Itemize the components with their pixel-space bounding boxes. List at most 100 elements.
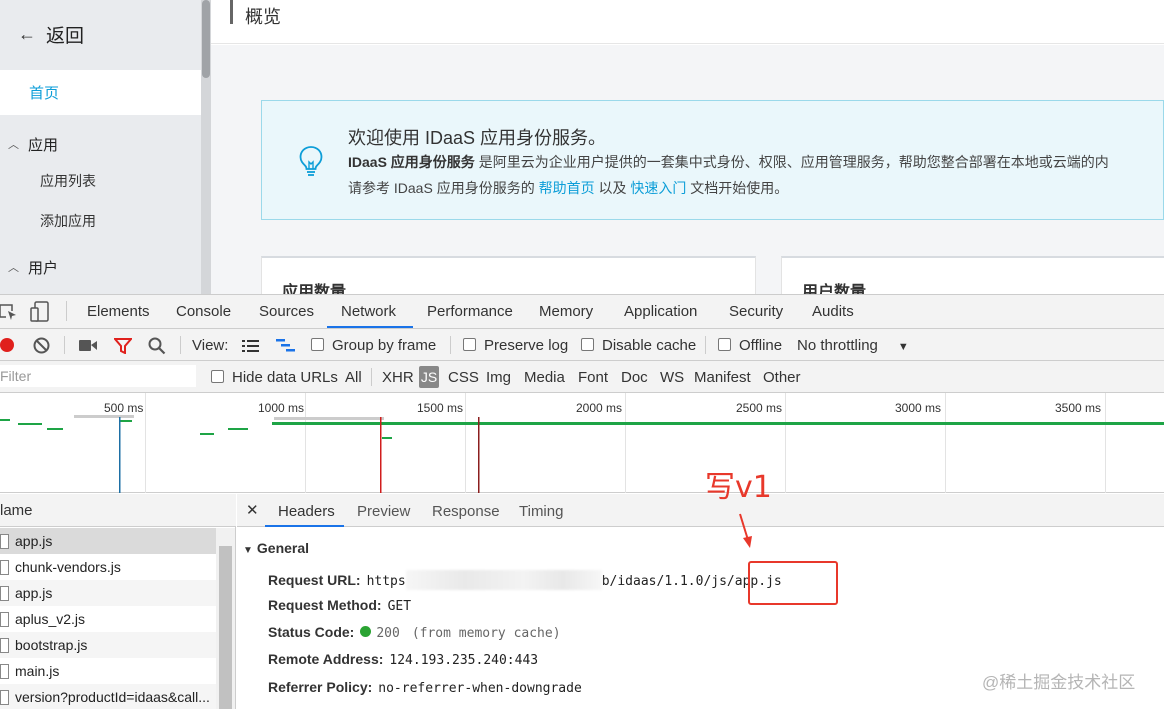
divider [64, 336, 65, 354]
hide-data-urls-checkbox[interactable]: Hide data URLs [211, 369, 338, 386]
lightbulb-icon [299, 146, 323, 176]
welcome-description: IDaaS 应用身份服务 是阿里云为企业用户提供的一套集中式身份、权限、应用管理… [348, 152, 1109, 172]
throttling-select[interactable]: No throttling ▼ [797, 337, 909, 354]
close-icon[interactable]: ✕ [246, 501, 259, 519]
tab-response[interactable]: Response [432, 503, 500, 520]
request-name: main.js [15, 663, 60, 679]
checkbox-box[interactable] [718, 338, 731, 351]
tab-security[interactable]: Security [729, 303, 783, 320]
divider [705, 336, 706, 354]
waterfall-icon[interactable] [276, 339, 296, 352]
record-icon[interactable] [0, 338, 14, 352]
file-icon [0, 663, 9, 679]
tab-application[interactable]: Application [624, 303, 697, 320]
inspect-element-icon[interactable] [0, 303, 18, 321]
dropdown-arrow-icon: ▼ [897, 341, 909, 353]
request-row[interactable]: version?productId=idaas&call... [0, 684, 216, 709]
clear-icon[interactable] [33, 337, 50, 354]
tab-network[interactable]: Network [341, 303, 396, 320]
search-icon[interactable] [148, 337, 166, 355]
sidebar-item-home[interactable]: 首页 [0, 70, 201, 115]
tab-console[interactable]: Console [176, 303, 231, 320]
tab-headers[interactable]: Headers [278, 503, 335, 520]
filter-type-img[interactable]: Img [486, 369, 511, 386]
filter-type-js[interactable]: JS [419, 366, 439, 388]
back-button[interactable]: ← 返回 [0, 0, 201, 68]
checkbox-box[interactable] [581, 338, 594, 351]
chevron-up-icon: ︿ [8, 139, 19, 151]
tab-memory[interactable]: Memory [539, 303, 593, 320]
redacted-host [405, 570, 602, 590]
checkbox-box[interactable] [311, 338, 324, 351]
request-name: app.js [15, 533, 53, 549]
tab-sources[interactable]: Sources [259, 303, 314, 320]
filter-icon[interactable] [114, 338, 132, 354]
checkbox-label: Group by frame [332, 337, 437, 354]
sidebar-scrollbar[interactable] [201, 0, 211, 294]
checkbox-box[interactable] [211, 370, 224, 383]
sidebar-item-add-app[interactable]: 添加应用 [40, 211, 96, 231]
help-home-link[interactable]: 帮助首页 [539, 180, 595, 196]
arrow-left-icon: ← [18, 23, 36, 44]
sidebar-group-apps[interactable]: ︿ 应用 [0, 129, 201, 159]
filter-type-xhr[interactable]: XHR [382, 369, 414, 386]
network-overview-timeline[interactable]: 500 ms 1000 ms 1500 ms 2000 ms 2500 ms 3… [0, 393, 1164, 493]
filter-type-all[interactable]: All [345, 369, 362, 386]
video-camera-icon[interactable] [79, 339, 98, 352]
request-name: chunk-vendors.js [15, 559, 121, 575]
filter-type-css[interactable]: CSS [448, 369, 479, 386]
checkbox-box[interactable] [463, 338, 476, 351]
name-column-header[interactable]: lame [0, 494, 236, 527]
filter-type-media[interactable]: Media [524, 369, 565, 386]
request-name: app.js [15, 585, 53, 601]
group-by-frame-checkbox[interactable]: Group by frame [311, 337, 436, 354]
tab-timing[interactable]: Timing [519, 503, 563, 520]
filter-type-ws[interactable]: WS [660, 369, 684, 386]
filter-input[interactable]: Filter [0, 365, 196, 387]
divider [371, 368, 372, 386]
field-label: Remote Address: [268, 651, 384, 667]
filter-type-manifest[interactable]: Manifest [694, 369, 751, 386]
referrer-policy-row: Referrer Policy: no-referrer-when-downgra… [268, 679, 582, 696]
request-list-scrollbar[interactable] [216, 528, 235, 709]
description-text: 是阿里云为企业用户提供的一套集中式身份、权限、应用管理服务，帮助您整合部署在本地… [474, 154, 1109, 170]
filter-type-other[interactable]: Other [763, 369, 801, 386]
filter-bar: Filter Hide data URLs All XHR JS CSS Img… [0, 361, 1164, 393]
scrollbar-thumb[interactable] [219, 546, 232, 709]
offline-checkbox[interactable]: Offline [718, 337, 782, 354]
checkbox-label: Preserve log [484, 337, 569, 354]
request-row[interactable]: app.js [0, 528, 216, 554]
preserve-log-checkbox[interactable]: Preserve log [463, 337, 568, 354]
details-tabbar: ✕ Headers Preview Response Timing [237, 494, 1164, 527]
request-row[interactable]: aplus_v2.js [0, 606, 216, 632]
field-label: Status Code: [268, 624, 355, 640]
filter-type-doc[interactable]: Doc [621, 369, 648, 386]
sidebar-item-app-list[interactable]: 应用列表 [40, 171, 96, 191]
request-row[interactable]: chunk-vendors.js [0, 554, 216, 580]
welcome-links-line: 请参考 IDaaS 应用身份服务的 帮助首页 以及 快速入门 文档开始使用。 [348, 178, 788, 198]
devtools-panel: Elements Console Sources Network Perform… [0, 294, 1164, 709]
request-row[interactable]: app.js [0, 580, 216, 606]
watermark: @稀土掘金技术社区 [982, 673, 1136, 692]
tab-audits[interactable]: Audits [812, 303, 854, 320]
quick-start-link[interactable]: 快速入门 [630, 180, 686, 196]
card-title: 用户数量 [802, 284, 867, 294]
large-rows-icon[interactable] [242, 340, 259, 352]
scrollbar-thumb[interactable] [202, 0, 210, 78]
sidebar-group-label: 用户 [28, 259, 59, 277]
request-row[interactable]: bootstrap.js [0, 632, 216, 658]
page-title: 概览 [245, 7, 281, 27]
annotation-arrow-icon [739, 513, 752, 548]
text: 以及 [594, 180, 631, 196]
device-toolbar-icon[interactable] [30, 301, 50, 323]
general-section-toggle[interactable]: ▼ General [243, 540, 309, 556]
filter-type-font[interactable]: Font [578, 369, 608, 386]
tab-performance[interactable]: Performance [427, 303, 513, 320]
chevron-up-icon: ︿ [8, 262, 19, 274]
disable-cache-checkbox[interactable]: Disable cache [581, 337, 696, 354]
product-name: IDaaS 应用身份服务 [348, 154, 475, 170]
sidebar-group-users[interactable]: ︿ 用户 [0, 252, 201, 282]
request-row[interactable]: main.js [0, 658, 216, 684]
tab-preview[interactable]: Preview [357, 503, 410, 520]
tab-elements[interactable]: Elements [87, 303, 150, 320]
